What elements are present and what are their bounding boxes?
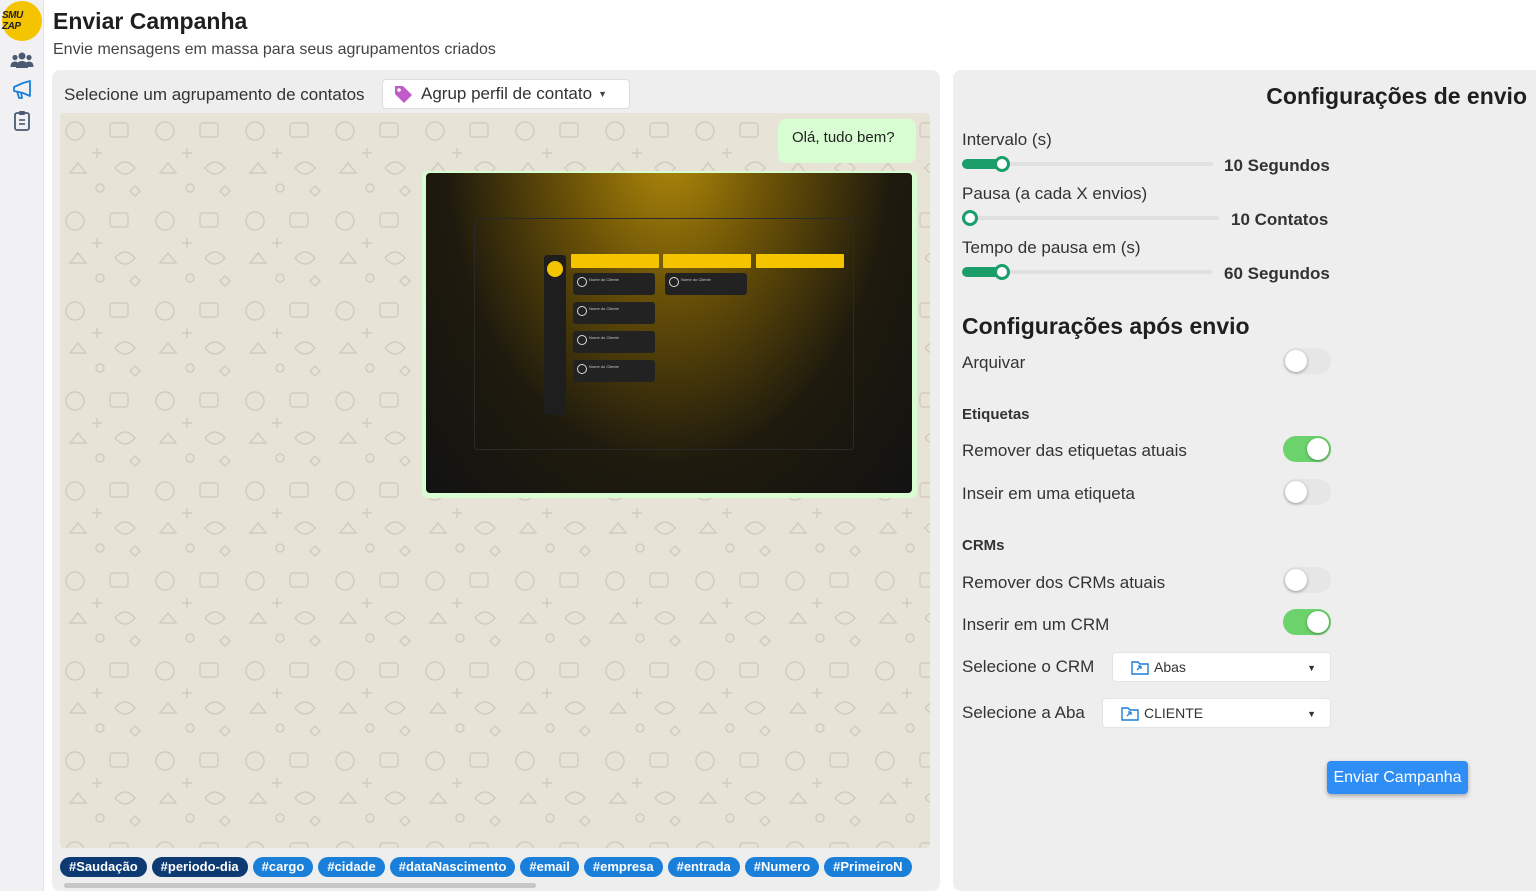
archive-label: Arquivar — [962, 353, 1026, 372]
users-icon[interactable] — [10, 49, 34, 71]
tag-cidade[interactable]: #cidade — [318, 857, 385, 877]
select-tab-label: Selecione a Aba — [962, 703, 1085, 722]
tag-primeiro-nome[interactable]: #PrimeiroN — [824, 857, 912, 877]
folder-icon — [1121, 706, 1139, 721]
group-select[interactable]: Agrup perfil de contato ▼ — [382, 79, 630, 109]
message-text: Olá, tudo bem? — [792, 129, 895, 146]
insert-label-label: Inseir em uma etiqueta — [962, 484, 1135, 503]
crms-heading: CRMs — [962, 537, 1005, 554]
settings-panel: Configurações de envio Intervalo (s) 10 … — [953, 70, 1536, 891]
preview-card-text: Nome do Cliente — [681, 277, 711, 282]
archive-toggle[interactable] — [1283, 348, 1331, 374]
folder-icon — [1131, 660, 1149, 675]
pause-value: 10 Contatos — [1231, 210, 1329, 229]
tags-scrollbar[interactable] — [64, 883, 536, 888]
app-logo[interactable]: SMU ZAP — [2, 1, 42, 41]
select-crm-label: Selecione o CRM — [962, 657, 1095, 676]
preview-card-text: Nome do Cliente — [589, 364, 619, 369]
page-title: Enviar Campanha — [53, 8, 248, 34]
insert-crm-label: Inserir em um CRM — [962, 615, 1110, 634]
crm-select[interactable]: Abas ▼ — [1112, 652, 1331, 682]
chevron-down-icon: ▼ — [1307, 709, 1316, 719]
tag-icon — [395, 86, 412, 103]
pause-time-value: 60 Segundos — [1224, 264, 1330, 283]
variable-tags: #Saudação #periodo-dia #cargo #cidade #dataN… — [60, 857, 932, 879]
after-send-title: Configurações após envio — [962, 313, 1250, 339]
send-campaign-button[interactable]: Enviar Campanha — [1327, 761, 1468, 794]
tag-entrada[interactable]: #entrada — [667, 857, 740, 877]
remove-crms-label: Remover dos CRMs atuais — [962, 573, 1166, 592]
pause-label: Pausa (a cada X envios) — [962, 184, 1148, 203]
tag-periodo-dia[interactable]: #periodo-dia — [151, 857, 248, 877]
chevron-down-icon: ▼ — [598, 89, 607, 99]
tag-email[interactable]: #email — [520, 857, 579, 877]
sidebar: SMU ZAP — [0, 0, 44, 891]
remove-crms-toggle[interactable] — [1283, 567, 1331, 593]
tag-saudacao[interactable]: #Saudação — [60, 857, 147, 877]
interval-value: 10 Segundos — [1224, 156, 1330, 175]
page-subtitle: Envie mensagens em massa para seus agrup… — [53, 41, 496, 58]
interval-slider[interactable] — [962, 156, 1213, 172]
tag-empresa[interactable]: #empresa — [583, 857, 663, 877]
send-settings-title: Configurações de envio — [1266, 83, 1527, 109]
media-bubble[interactable]: Nome do Cliente Nome do Cliente Nome do … — [422, 171, 917, 498]
image-preview: Nome do Cliente Nome do Cliente Nome do … — [426, 173, 912, 493]
tag-data-nascimento[interactable]: #dataNascimento — [389, 857, 516, 877]
message-bubble: Olá, tudo bem? — [778, 119, 916, 163]
remove-labels-toggle[interactable] — [1283, 436, 1331, 462]
tag-numero[interactable]: #Numero — [744, 857, 820, 877]
megaphone-icon[interactable] — [10, 79, 34, 101]
tab-select-value: CLIENTE — [1144, 705, 1204, 721]
pause-time-label: Tempo de pausa em (s) — [962, 238, 1141, 257]
tab-select[interactable]: CLIENTE ▼ — [1102, 698, 1331, 728]
message-panel: Selecione um agrupamento de contatos Agr… — [52, 70, 940, 891]
labels-heading: Etiquetas — [962, 406, 1030, 423]
insert-label-toggle[interactable] — [1283, 479, 1331, 505]
insert-crm-toggle[interactable] — [1283, 609, 1331, 635]
interval-label: Intervalo (s) — [962, 130, 1052, 149]
chevron-down-icon: ▼ — [1307, 663, 1316, 673]
tag-cargo[interactable]: #cargo — [252, 857, 314, 877]
logo-text: SMU ZAP — [2, 10, 23, 32]
group-select-value: Agrup perfil de contato — [421, 84, 593, 103]
chat-preview: Olá, tudo bem? Nome do Cliente Nome do C… — [60, 113, 930, 848]
pause-time-slider[interactable] — [962, 264, 1212, 280]
preview-card-text: Nome do Cliente — [589, 335, 619, 340]
crm-select-value: Abas — [1154, 659, 1186, 675]
pause-slider[interactable] — [962, 210, 1219, 226]
clipboard-icon[interactable] — [10, 110, 34, 132]
remove-labels-label: Remover das etiquetas atuais — [962, 441, 1187, 460]
preview-card-text: Nome do Cliente — [589, 306, 619, 311]
group-select-label: Selecione um agrupamento de contatos — [64, 85, 365, 104]
preview-card-text: Nome do Cliente — [589, 277, 619, 282]
